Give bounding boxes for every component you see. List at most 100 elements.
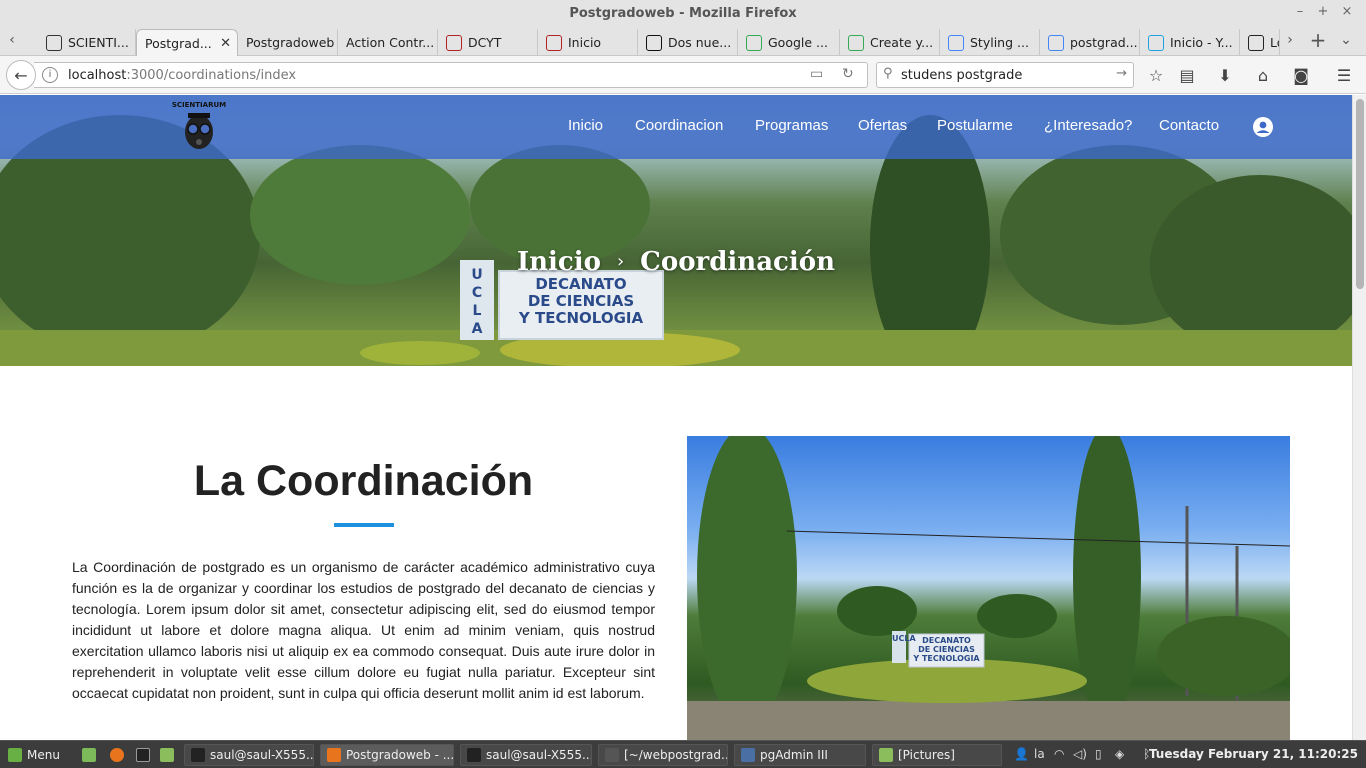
- firefox-icon: [327, 748, 341, 762]
- wifi-icon[interactable]: ◠: [1054, 747, 1064, 761]
- maps-pin-icon: [848, 34, 864, 51]
- yahoo-icon: [1148, 34, 1164, 51]
- tab-label: Postgradoweb: [246, 35, 335, 50]
- tab-label: Dos nue...: [668, 35, 732, 50]
- volume-icon[interactable]: ◁): [1073, 747, 1087, 761]
- nav-link[interactable]: Inicio: [568, 117, 603, 134]
- browser-tab[interactable]: Lo: [1240, 29, 1280, 56]
- search-icon: ⚲: [883, 66, 893, 81]
- tabs-scroll-right-icon[interactable]: ›: [1280, 32, 1300, 48]
- photo-sign-line3: Y TECNOLOGIA: [913, 654, 980, 663]
- firefox-icon: [110, 748, 124, 762]
- site-logo[interactable]: SCIENTIARUM: [168, 101, 230, 153]
- browser-tab[interactable]: Dos nue...: [638, 29, 738, 56]
- tabs-scroll-left-icon[interactable]: ‹: [2, 32, 22, 48]
- terminal-launcher[interactable]: [130, 744, 152, 766]
- browser-tab[interactable]: Create y...: [840, 29, 940, 56]
- browser-tab[interactable]: Styling ...: [940, 29, 1040, 56]
- campus-photo: UCLA DECANATO DE CIENCIAS Y TECNOLOGIA: [687, 436, 1290, 740]
- sublime-icon: [605, 748, 619, 762]
- taskbar-window-button[interactable]: saul@saul-X555...: [184, 744, 314, 766]
- search-input[interactable]: studens postgrade: [901, 68, 1022, 83]
- pgadmin-icon: [741, 748, 755, 762]
- browser-tab[interactable]: Inicio: [538, 29, 638, 56]
- hero-sign-text: DECANATO DE CIENCIAS Y TECNOLOGIA: [500, 276, 662, 327]
- arrow-left-icon: ←: [14, 65, 28, 85]
- close-tab-icon[interactable]: ✕: [220, 36, 231, 51]
- firefox-launcher[interactable]: [104, 744, 126, 766]
- browser-tab[interactable]: Postgradoweb: [238, 29, 338, 56]
- nav-link[interactable]: ¿Interesado?: [1044, 117, 1132, 134]
- battery-icon[interactable]: ▯: [1095, 747, 1102, 761]
- pocket-icon[interactable]: ◙: [1290, 66, 1312, 85]
- tab-label: Lo: [1270, 35, 1279, 50]
- browser-tab[interactable]: SCIENTI...: [38, 29, 136, 56]
- taskbar-window-button[interactable]: saul@saul-X555...: [460, 744, 592, 766]
- photo-sign-side: UCLA: [892, 634, 916, 643]
- taskbar-window-button[interactable]: pgAdmin III: [734, 744, 866, 766]
- url-host: localhost: [68, 67, 127, 83]
- maps-icon: [746, 34, 762, 51]
- reload-icon[interactable]: ↻: [842, 66, 854, 82]
- browser-tab[interactable]: DCYT: [438, 29, 538, 56]
- taskbar-window-label: saul@saul-X555...: [210, 748, 314, 762]
- section-paragraph: La Coordinación de postgrado es un organ…: [72, 559, 655, 701]
- reader-view-icon[interactable]: ▭: [810, 66, 823, 82]
- taskbar-window-label: Postgradoweb - ...: [346, 748, 454, 762]
- new-tab-icon[interactable]: +: [1308, 28, 1328, 52]
- window-titlebar: Postgradoweb - Mozilla Firefox – + ×: [0, 0, 1366, 28]
- breadcrumb-home[interactable]: Inicio: [517, 247, 601, 277]
- browser-tab[interactable]: postgrad...: [1040, 29, 1140, 56]
- maximize-icon[interactable]: +: [1313, 4, 1333, 19]
- bookmarks-list-icon[interactable]: ▤: [1176, 66, 1198, 85]
- google-icon: [1048, 34, 1064, 51]
- keyboard-layout[interactable]: la: [1034, 747, 1045, 761]
- tab-label: Create y...: [870, 35, 934, 50]
- hamburger-menu-icon[interactable]: ☰: [1333, 66, 1355, 85]
- maps-icon: [948, 34, 964, 51]
- back-button[interactable]: ←: [6, 60, 36, 90]
- minimize-icon[interactable]: –: [1290, 4, 1310, 19]
- browser-tab[interactable]: Inicio - Y...: [1140, 29, 1240, 56]
- taskbar-window-button[interactable]: [~/webpostgrad...: [598, 744, 728, 766]
- inicio-icon: [546, 34, 562, 51]
- start-menu-button[interactable]: Menu: [2, 744, 68, 766]
- browser-tab[interactable]: Action Contr...: [338, 29, 438, 56]
- search-go-icon[interactable]: →: [1116, 66, 1127, 81]
- nav-link[interactable]: Programas: [755, 117, 828, 134]
- owl-icon: [46, 34, 62, 51]
- files-launcher[interactable]: [154, 744, 176, 766]
- show-desktop-launcher[interactable]: [76, 744, 98, 766]
- user-silhouette-icon: [1256, 121, 1270, 133]
- home-icon[interactable]: ⌂: [1252, 66, 1274, 85]
- site-info-icon[interactable]: i: [42, 67, 58, 83]
- bookmark-star-icon[interactable]: ☆: [1145, 66, 1167, 85]
- taskbar-window-button[interactable]: Postgradoweb - ...: [320, 744, 454, 766]
- tab-label: Postgrad...: [145, 35, 212, 51]
- nav-link[interactable]: Coordinacion: [635, 117, 723, 134]
- scrollbar-thumb[interactable]: [1356, 99, 1364, 289]
- hero-sign-line1: DECANATO: [535, 275, 627, 293]
- nav-link[interactable]: Contacto: [1159, 117, 1219, 134]
- clock[interactable]: Tuesday February 21, 11:20:25: [1149, 747, 1358, 761]
- url-bar[interactable]: i localhost:3000/coordinations/index ▭ ↻: [34, 62, 868, 88]
- tab-label: postgrad...: [1070, 35, 1138, 50]
- browser-tab[interactable]: Google ...: [738, 29, 840, 56]
- page-scrollbar[interactable]: [1352, 95, 1366, 740]
- taskbar-window-button[interactable]: [Pictures]: [872, 744, 1002, 766]
- folder-icon: [879, 748, 893, 762]
- nav-link[interactable]: Postularme: [937, 117, 1013, 134]
- downloads-icon[interactable]: ⬇: [1214, 66, 1236, 85]
- folder-icon: [160, 748, 174, 762]
- breadcrumb: Inicio › Coordinación: [0, 247, 1352, 277]
- desktop-icon: [82, 748, 96, 762]
- nav-link[interactable]: Ofertas: [858, 117, 907, 134]
- browser-tab[interactable]: Postgrad... ✕: [136, 29, 238, 56]
- shield-icon[interactable]: ◈: [1115, 747, 1124, 761]
- search-bar[interactable]: ⚲ studens postgrade →: [876, 62, 1134, 88]
- taskbar-window-label: pgAdmin III: [760, 748, 828, 762]
- close-window-icon[interactable]: ×: [1337, 4, 1357, 19]
- user-tray-icon[interactable]: 👤: [1014, 747, 1029, 761]
- list-all-tabs-icon[interactable]: ⌄: [1336, 32, 1356, 48]
- user-account-icon[interactable]: [1253, 117, 1273, 137]
